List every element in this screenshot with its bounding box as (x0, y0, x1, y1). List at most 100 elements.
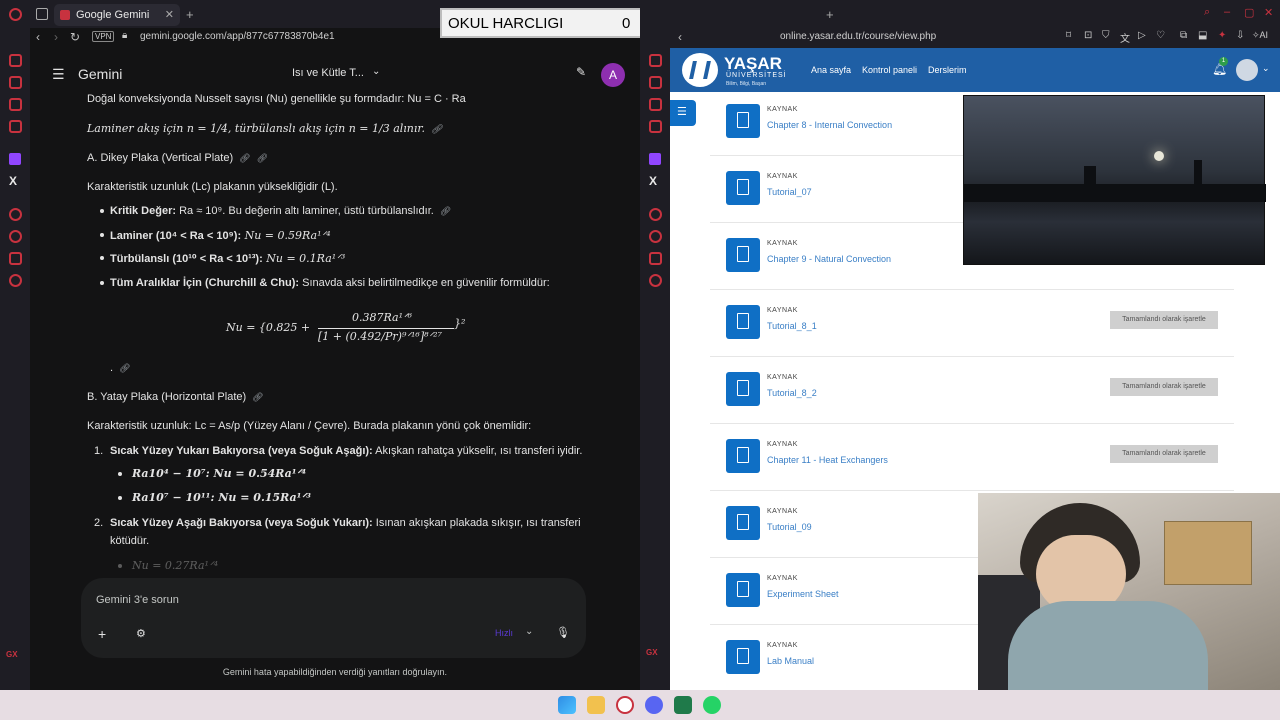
resource-link[interactable]: Tutorial_09 (767, 522, 812, 532)
whatsapp-icon[interactable] (703, 696, 721, 714)
tab-google-gemini[interactable]: Google Gemini ✕ (54, 4, 180, 26)
download-icon[interactable]: ⇩ (1236, 30, 1244, 41)
sidebar-player-icon[interactable] (649, 208, 662, 221)
heart-icon[interactable]: ♡ (1156, 30, 1165, 41)
reload-icon[interactable]: ↻ (70, 30, 80, 44)
back-icon[interactable]: ‹ (36, 30, 40, 44)
opera-logo-icon[interactable] (9, 8, 22, 21)
sidebar-gx-icon[interactable] (649, 54, 662, 67)
opera-gx-icon[interactable] (616, 696, 634, 714)
mark-complete-button[interactable]: Tamamlandı olarak işaretle (1110, 378, 1218, 396)
twitch-icon[interactable] (649, 153, 661, 165)
exponent-line: Laminer akış için n = 1/4, türbülanslı a… (87, 122, 442, 135)
resource-type: KAYNAK (767, 508, 798, 515)
microphone-icon[interactable]: 🎙︎ (556, 626, 570, 639)
snapshot-icon[interactable]: ⊡ (1084, 30, 1092, 41)
maximize-icon[interactable]: ▢ (1244, 6, 1254, 19)
bullet-dot (118, 564, 122, 568)
minimize-icon[interactable]: – (1224, 6, 1230, 18)
nav-home[interactable]: Ana sayfa (811, 65, 851, 75)
gx-logo-icon: GX (6, 650, 18, 659)
sidebar-music-icon[interactable] (649, 120, 662, 133)
new-tab-icon[interactable]: + (826, 7, 834, 22)
mark-complete-button[interactable]: Tamamlandı olarak işaretle (1110, 445, 1218, 463)
sidebar-player-icon[interactable] (9, 208, 22, 221)
settings-icon[interactable] (649, 274, 662, 287)
settings-icon[interactable] (9, 274, 22, 287)
resource-link[interactable]: Lab Manual (767, 656, 814, 666)
sidebar-gx-icon[interactable] (9, 54, 22, 67)
list-item[interactable]: KAYNAK Chapter 11 - Heat Exchangers Tama… (710, 427, 1234, 491)
menu-icon[interactable]: ☰ (52, 66, 65, 83)
extensions-icon[interactable]: ⧉ (1180, 30, 1187, 41)
vpn-badge[interactable]: VPN (92, 31, 115, 42)
sidebar-music-icon[interactable] (9, 120, 22, 133)
play-icon[interactable]: ▷ (1138, 30, 1146, 41)
all-ranges-item: Tüm Aralıklar İçin (Churchill & Chu): Sı… (110, 277, 550, 289)
new-chat-icon[interactable]: ✎ (576, 65, 586, 79)
course-index-toggle[interactable]: ☰ (670, 100, 696, 126)
chevron-down-icon[interactable]: ⌄ (1262, 63, 1270, 74)
link-icon[interactable]: 🔗︎ (252, 392, 263, 403)
sidebar-gaming-icon[interactable] (649, 76, 662, 89)
app-icon[interactable] (674, 696, 692, 714)
chevron-down-icon[interactable]: ⌄ (372, 66, 380, 77)
file-explorer-icon[interactable] (587, 696, 605, 714)
pip-video[interactable] (963, 95, 1266, 265)
link-icon[interactable]: 🔗︎ (119, 363, 130, 374)
resource-link[interactable]: Tutorial_8_1 (767, 321, 817, 331)
x-twitter-icon[interactable]: X (649, 174, 657, 188)
list-item[interactable]: KAYNAK Tutorial_8_1 Tamamlandı olarak iş… (710, 293, 1234, 357)
chat-title[interactable]: Isı ve Kütle T... (292, 67, 364, 79)
wallet-icon[interactable]: ⬓ (1198, 30, 1207, 41)
ai-icon[interactable]: ✧AI (1252, 30, 1268, 41)
resource-link[interactable]: Chapter 9 - Natural Convection (767, 254, 891, 264)
close-window-icon[interactable]: ✕ (1264, 6, 1273, 19)
link-icon[interactable]: 🔗︎ (431, 125, 442, 135)
history-icon[interactable] (649, 230, 662, 243)
history-icon[interactable] (9, 230, 22, 243)
tools-icon[interactable]: ⚙ (136, 627, 146, 640)
nav-my-courses[interactable]: Derslerim (928, 65, 967, 75)
tab-manager-icon[interactable] (36, 8, 48, 20)
sidebar-messenger-icon[interactable] (9, 98, 22, 111)
translate-icon[interactable]: 文 (1120, 30, 1130, 45)
close-tab-icon[interactable]: ✕ (165, 4, 174, 26)
nav-dashboard[interactable]: Kontrol paneli (862, 65, 917, 75)
chevron-down-icon[interactable]: ⌄ (525, 626, 533, 637)
notification-icon[interactable]: ✦ (1218, 30, 1226, 41)
discord-icon[interactable] (645, 696, 663, 714)
new-tab-icon[interactable]: + (186, 7, 194, 22)
mark-complete-button[interactable]: Tamamlandı olarak işaretle (1110, 311, 1218, 329)
left-url[interactable]: gemini.google.com/app/877c67783870b4e1 (140, 31, 335, 42)
list-item[interactable]: KAYNAK Tutorial_8_2 Tamamlandı olarak iş… (710, 360, 1234, 424)
link-icon[interactable]: 🔗︎ (257, 153, 268, 164)
user-avatar[interactable] (1236, 59, 1258, 81)
bookmark-icon[interactable]: ⌑ (1066, 30, 1071, 41)
x-twitter-icon[interactable]: X (9, 174, 17, 188)
avatar[interactable]: A (601, 63, 625, 87)
resource-link[interactable]: Chapter 11 - Heat Exchangers (767, 455, 888, 465)
link-icon[interactable]: 🔗︎ (440, 206, 451, 217)
sidebar-pin-icon[interactable] (9, 252, 22, 265)
shield-icon[interactable]: ⛉ (1102, 30, 1110, 41)
windows-start-icon[interactable] (558, 696, 576, 714)
sidebar-pin-icon[interactable] (649, 252, 662, 265)
yasar-logo-icon[interactable] (682, 53, 718, 87)
prompt-box[interactable]: Gemini 3'e sorun + ⚙ Hızlı ⌄ 🎙︎ (81, 578, 586, 658)
sidebar-gaming-icon[interactable] (9, 76, 22, 89)
model-selector[interactable]: Hızlı (495, 628, 513, 638)
sidebar-messenger-icon[interactable] (649, 98, 662, 111)
resource-link[interactable]: Chapter 8 - Internal Convection (767, 120, 892, 130)
link-icon[interactable]: 🔗︎ (239, 153, 250, 164)
back-icon[interactable]: ‹ (678, 30, 682, 44)
twitch-icon[interactable] (9, 153, 21, 165)
right-url[interactable]: online.yasar.edu.tr/course/view.php (780, 31, 936, 42)
resource-link[interactable]: Tutorial_8_2 (767, 388, 817, 398)
resource-link[interactable]: Tutorial_07 (767, 187, 812, 197)
add-icon[interactable]: + (98, 626, 106, 642)
resource-link[interactable]: Experiment Sheet (767, 589, 839, 599)
search-icon[interactable]: ⌕ (1204, 6, 1210, 19)
forward-icon[interactable]: › (54, 30, 58, 44)
prompt-input[interactable]: Gemini 3'e sorun (96, 594, 179, 606)
